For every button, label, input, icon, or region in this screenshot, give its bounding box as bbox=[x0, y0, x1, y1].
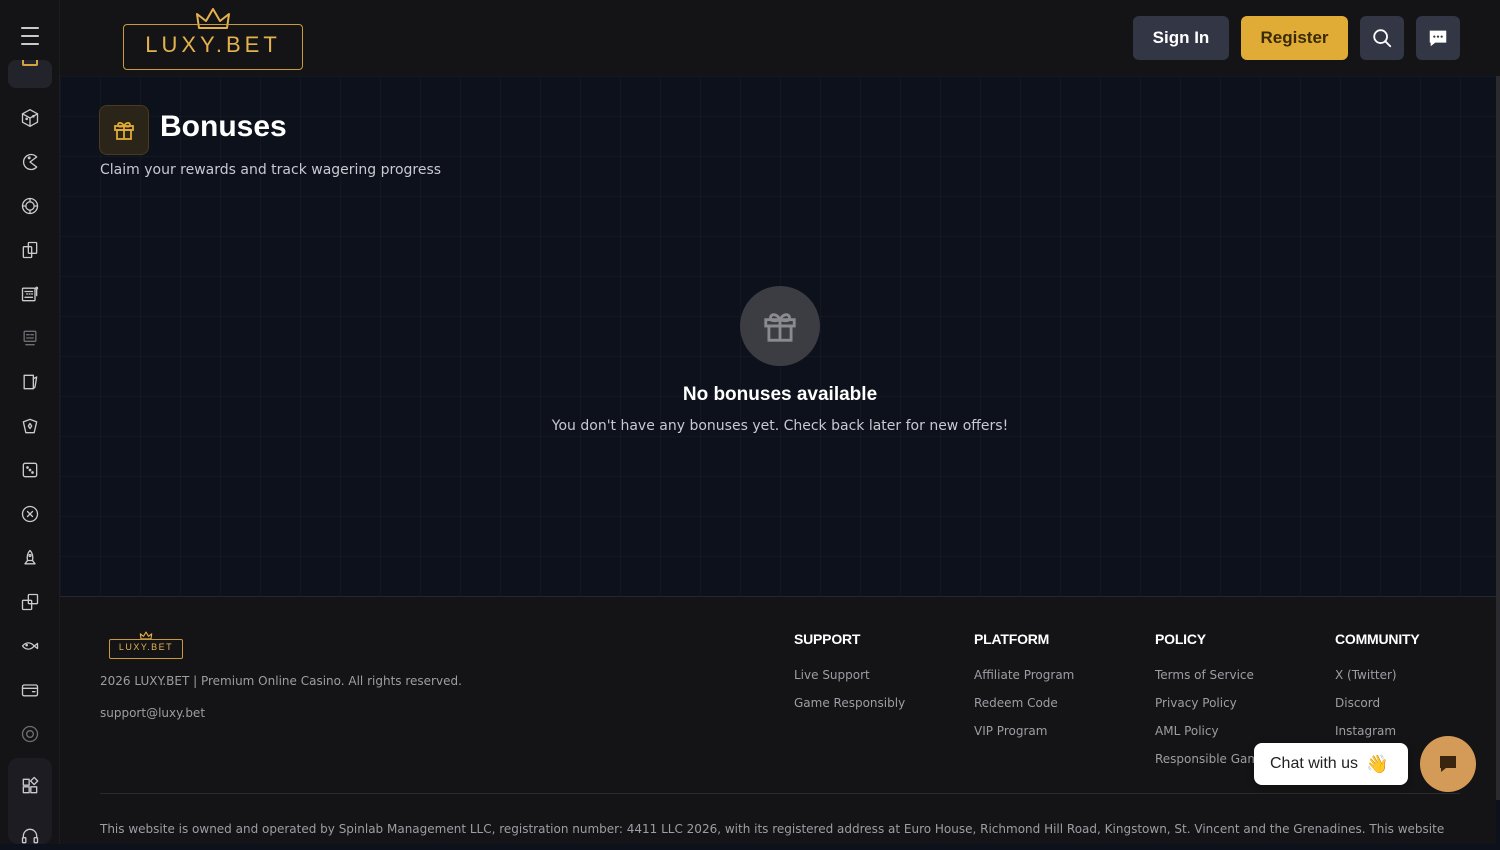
messages-button[interactable] bbox=[1416, 16, 1460, 60]
footer-column-title: POLICY bbox=[1155, 631, 1206, 647]
footer-divider bbox=[100, 793, 1460, 794]
top-header: LUXY.BET Sign In Register bbox=[60, 0, 1500, 76]
luxy-bet-logo[interactable]: LUXY.BET bbox=[123, 6, 303, 70]
footer-link-terms-of-service[interactable]: Terms of Service bbox=[1155, 661, 1259, 689]
live-casino-icon[interactable] bbox=[16, 324, 44, 352]
footer-link-discord[interactable]: Discord bbox=[1335, 689, 1420, 717]
gift-icon bbox=[99, 105, 149, 155]
bonuses-page: Bonuses Claim your rewards and track wag… bbox=[60, 76, 1496, 596]
pacman-icon[interactable] bbox=[16, 148, 44, 176]
chat-with-us-prompt[interactable]: Chat with us 👋 bbox=[1254, 743, 1408, 785]
hamburger-menu-icon[interactable] bbox=[10, 16, 50, 56]
chat-bubble-icon bbox=[1440, 756, 1456, 772]
sidebar-item-bonuses[interactable] bbox=[8, 60, 52, 88]
footer-column-policy: POLICY Terms of Service Privacy Policy A… bbox=[1155, 631, 1259, 773]
fish-icon[interactable] bbox=[16, 632, 44, 660]
search-button[interactable] bbox=[1360, 16, 1404, 60]
footer: LUXY.BET 2026 LUXY.BET | Premium Online … bbox=[60, 596, 1496, 844]
footer-column-title: COMMUNITY bbox=[1335, 631, 1420, 647]
card-game-icon[interactable] bbox=[16, 368, 44, 396]
poker-cards-icon[interactable] bbox=[16, 412, 44, 440]
sidebar bbox=[0, 0, 60, 844]
footer-link-vip-program[interactable]: VIP Program bbox=[974, 717, 1074, 745]
apps-icon[interactable] bbox=[16, 772, 44, 800]
cube-icon[interactable] bbox=[16, 104, 44, 132]
page-title: Bonuses bbox=[160, 110, 287, 143]
wallet-icon[interactable] bbox=[16, 676, 44, 704]
footer-copyright: 2026 LUXY.BET | Premium Online Casino. A… bbox=[100, 674, 462, 688]
sign-in-button[interactable]: Sign In bbox=[1133, 16, 1229, 60]
footer-link-game-responsibly[interactable]: Game Responsibly bbox=[794, 689, 905, 717]
footer-column-community: COMMUNITY X (Twitter) Discord Instagram bbox=[1335, 631, 1420, 745]
cards-icon[interactable] bbox=[16, 236, 44, 264]
footer-logo-text: LUXY.BET bbox=[118, 642, 174, 652]
logo-text: LUXY.BET bbox=[145, 32, 281, 57]
register-button[interactable]: Register bbox=[1241, 16, 1348, 60]
footer-link-privacy-policy[interactable]: Privacy Policy bbox=[1155, 689, 1259, 717]
footer-column-title: PLATFORM bbox=[974, 631, 1050, 647]
empty-state-title: No bonuses available bbox=[682, 384, 878, 405]
chat-launcher-button[interactable] bbox=[1420, 736, 1476, 792]
page-scrollbar[interactable] bbox=[1496, 76, 1500, 800]
chat-prompt-label: Chat with us bbox=[1270, 755, 1359, 772]
slot-machine-icon[interactable] bbox=[16, 280, 44, 308]
footer-email-link[interactable]: support@luxy.bet bbox=[100, 706, 205, 720]
gift-icon bbox=[22, 60, 38, 66]
footer-link-affiliate-program[interactable]: Affiliate Program bbox=[974, 661, 1074, 689]
page-subtitle: Claim your rewards and track wagering pr… bbox=[100, 162, 442, 178]
footer-link-instagram[interactable]: Instagram bbox=[1335, 717, 1420, 745]
dice-pair-icon[interactable] bbox=[16, 588, 44, 616]
footer-column-support: SUPPORT Live Support Game Responsibly bbox=[794, 631, 905, 717]
footer-link-responsible-gaming[interactable]: Responsible Gam bbox=[1155, 745, 1259, 773]
footer-column-platform: PLATFORM Affiliate Program Redeem Code V… bbox=[974, 631, 1074, 745]
footer-logo[interactable]: LUXY.BET bbox=[109, 631, 183, 659]
chip-icon[interactable] bbox=[16, 192, 44, 220]
rocket-icon[interactable] bbox=[16, 544, 44, 572]
at-icon[interactable] bbox=[16, 720, 44, 748]
waving-hand-icon: 👋 bbox=[1366, 753, 1389, 774]
footer-link-redeem-code[interactable]: Redeem Code bbox=[974, 689, 1074, 717]
footer-link-live-support[interactable]: Live Support bbox=[794, 661, 905, 689]
footer-link-twitter[interactable]: X (Twitter) bbox=[1335, 661, 1420, 689]
chat-icon bbox=[1429, 30, 1447, 47]
roulette-icon[interactable] bbox=[16, 500, 44, 528]
footer-link-aml-policy[interactable]: AML Policy bbox=[1155, 717, 1259, 745]
footer-column-title: SUPPORT bbox=[794, 631, 861, 647]
footer-legal-text: This website is owned and operated by Sp… bbox=[100, 822, 1445, 836]
empty-state-text: You don't have any bonuses yet. Check ba… bbox=[551, 418, 1009, 434]
dice-icon[interactable] bbox=[16, 456, 44, 484]
headset-icon[interactable] bbox=[16, 822, 44, 850]
search-icon bbox=[1373, 29, 1392, 48]
empty-state-gift-icon bbox=[740, 286, 820, 366]
